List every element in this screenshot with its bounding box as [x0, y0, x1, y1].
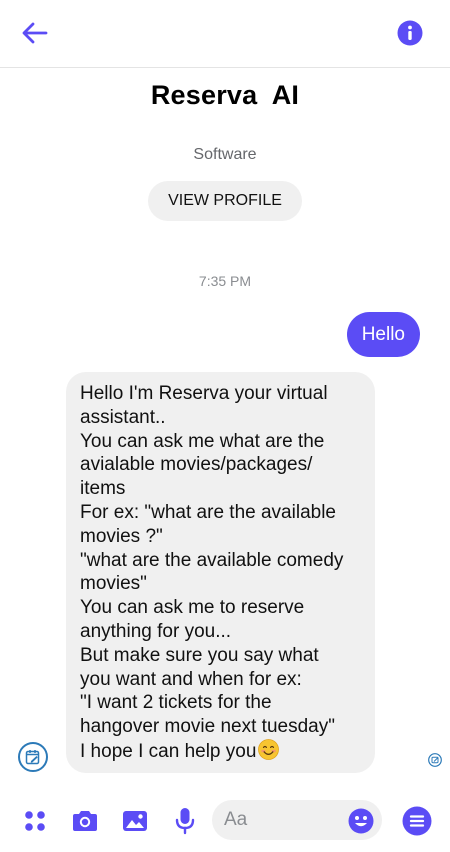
- camera-icon: [73, 811, 97, 831]
- profile-name: Reserva AI: [150, 80, 300, 110]
- microphone-icon: [175, 808, 195, 835]
- profile-category: Software: [193, 146, 257, 163]
- apps-grid-icon: [25, 811, 45, 831]
- message-line: items: [80, 478, 126, 500]
- emoji-button[interactable]: [348, 808, 374, 834]
- message-timestamp: 7:35 PM: [198, 273, 252, 289]
- smiling-face-icon: [258, 739, 280, 760]
- camera-button[interactable]: [70, 806, 100, 836]
- message-line-text: I hope I can help you: [80, 740, 257, 762]
- message-line: Hello I'm Reserva your virtual: [80, 383, 328, 404]
- compose-note-icon[interactable]: [18, 742, 48, 772]
- seen-indicator-icon: [428, 753, 442, 767]
- message-line-last: I hope I can help you: [80, 739, 363, 764]
- top-bar: [0, 0, 450, 68]
- image-icon: [123, 811, 147, 831]
- view-profile-button[interactable]: VIEW PROFILE: [148, 181, 302, 221]
- message-line: You can ask me what are the: [80, 430, 325, 452]
- message-line: avialable movies/packages/: [80, 454, 313, 476]
- menu-button[interactable]: [402, 806, 432, 836]
- message-line: movies": [80, 573, 147, 595]
- gallery-button[interactable]: [120, 806, 150, 836]
- message-line: "I want 2 tickets for the: [80, 692, 272, 714]
- back-button[interactable]: [18, 16, 52, 50]
- arrow-left-icon: [22, 22, 48, 44]
- emoji-icon: [348, 808, 374, 834]
- outgoing-message-bubble[interactable]: Hello: [346, 312, 420, 357]
- message-line: But make sure you say what: [80, 644, 319, 666]
- message-line: you want and when for ex:: [80, 668, 302, 690]
- message-line: movies ?": [80, 525, 163, 547]
- apps-button[interactable]: [20, 806, 50, 836]
- message-line: assistant..: [80, 406, 166, 428]
- message-line: "what are the available comedy: [80, 549, 344, 571]
- voice-button[interactable]: [170, 806, 200, 836]
- message-input[interactable]: [224, 800, 344, 840]
- message-line: You can ask me to reserve: [80, 597, 305, 619]
- info-icon: [397, 20, 423, 46]
- message-composer: [212, 800, 382, 840]
- menu-icon: [402, 806, 432, 836]
- info-button[interactable]: [396, 19, 424, 47]
- message-line: hangover movie next tuesday": [80, 716, 335, 738]
- message-line: For ex: "what are the available: [80, 501, 336, 523]
- incoming-message-bubble[interactable]: Hello I'm Reserva your virtual assistant…: [66, 372, 375, 773]
- calendar-edit-icon: [25, 750, 40, 765]
- composer-bar: [0, 794, 450, 852]
- message-line: anything for you...: [80, 620, 232, 642]
